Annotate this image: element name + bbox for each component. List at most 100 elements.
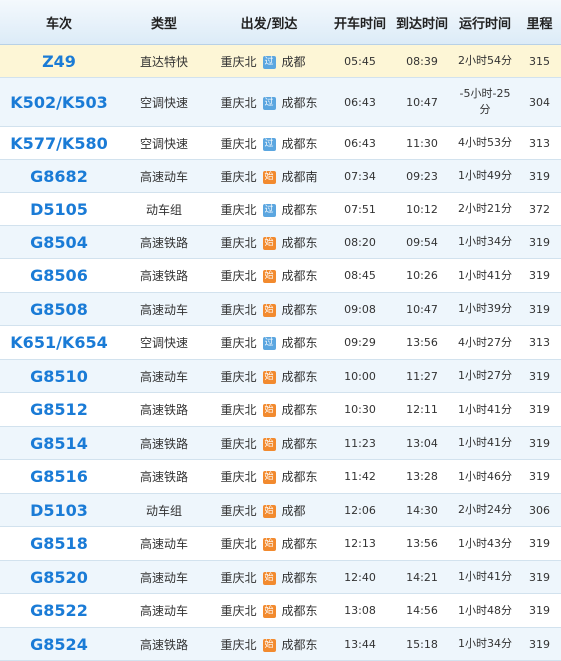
distance: 319: [518, 526, 561, 561]
to-station: 成都东: [281, 235, 318, 250]
train-number-link[interactable]: Z49: [0, 44, 118, 78]
depart-time: 12:13: [328, 526, 392, 561]
arrive-time: 08:39: [392, 44, 452, 78]
depart-time: 08:45: [328, 258, 392, 293]
distance: 319: [518, 292, 561, 326]
table-row[interactable]: G8518 高速动车 重庆北始成都东 12:13 13:56 1小时43分 319: [0, 526, 561, 561]
passing-station-icon: 过: [262, 203, 276, 217]
route-cell: 重庆北过成都东: [210, 192, 328, 226]
depart-time: 09:08: [328, 292, 392, 326]
duration: 1小时41分: [452, 392, 518, 427]
arrive-time: 13:56: [392, 325, 452, 360]
route-cell: 重庆北过成都东: [210, 126, 328, 160]
from-station: 重庆北: [220, 637, 257, 652]
duration: 1小时41分: [452, 426, 518, 460]
table-row[interactable]: Z49 直达特快 重庆北过成都 05:45 08:39 2小时54分 315: [0, 44, 561, 78]
train-number-link[interactable]: G8504: [0, 225, 118, 259]
table-row[interactable]: G8510 高速动车 重庆北始成都东 10:00 11:27 1小时27分 319: [0, 359, 561, 393]
table-row[interactable]: G8508 高速动车 重庆北始成都东 09:08 10:47 1小时39分 319: [0, 292, 561, 326]
from-station: 重庆北: [220, 235, 257, 250]
train-type: 空调快速: [118, 77, 210, 127]
train-number-link[interactable]: G8516: [0, 459, 118, 494]
distance: 304: [518, 77, 561, 127]
route-cell: 重庆北始成都南: [210, 159, 328, 193]
header-route[interactable]: 出发/到达: [210, 0, 328, 45]
arrive-time: 14:21: [392, 560, 452, 594]
to-station: 成都东: [281, 537, 318, 551]
train-number-link[interactable]: G8514: [0, 426, 118, 460]
header-depart[interactable]: 开车时间: [328, 0, 392, 45]
arrive-time: 10:12: [392, 192, 452, 226]
header-arrive[interactable]: 到达时间: [392, 0, 452, 45]
route-cell: 重庆北始成都东: [210, 593, 328, 628]
header-train[interactable]: 车次: [0, 0, 118, 45]
table-row[interactable]: G8520 高速动车 重庆北始成都东 12:40 14:21 1小时41分 319: [0, 560, 561, 594]
origin-station-icon: 始: [262, 270, 276, 283]
table-row[interactable]: K577/K580 空调快速 重庆北过成都东 06:43 11:30 4小时53分 313: [0, 126, 561, 160]
train-number-link[interactable]: G8506: [0, 258, 118, 293]
duration: 1小时41分: [452, 560, 518, 594]
table-row[interactable]: G8504 高速铁路 重庆北始成都东 08:20 09:54 1小时34分 319: [0, 225, 561, 259]
train-number-link[interactable]: K651/K654: [0, 325, 118, 360]
origin-station-icon: 始: [262, 370, 276, 384]
depart-time: 11:23: [328, 426, 392, 460]
distance: 319: [518, 459, 561, 494]
route-cell: 重庆北始成都东: [210, 560, 328, 594]
train-type: 高速动车: [118, 526, 210, 561]
train-number-link[interactable]: D5103: [0, 493, 118, 527]
to-station: 成都东: [281, 436, 318, 451]
to-station: 成都: [281, 54, 306, 69]
origin-station-icon: 始: [262, 638, 276, 652]
train-number-link[interactable]: G8508: [0, 292, 118, 326]
train-type: 高速铁路: [118, 258, 210, 293]
to-station: 成都东: [281, 403, 318, 417]
from-station: 重庆北: [220, 570, 257, 585]
header-distance[interactable]: 里程: [518, 0, 561, 45]
route-cell: 重庆北始成都东: [210, 225, 328, 259]
header-type[interactable]: 类型: [118, 0, 210, 45]
table-row[interactable]: K651/K654 空调快速 重庆北过成都东 09:29 13:56 4小时27分 313: [0, 325, 561, 360]
to-station: 成都东: [281, 202, 318, 217]
header-duration[interactable]: 运行时间: [452, 0, 518, 45]
table-row[interactable]: G8522 高速动车 重庆北始成都东 13:08 14:56 1小时48分 319: [0, 593, 561, 628]
to-station: 成都东: [281, 470, 318, 484]
origin-station-icon: 始: [262, 170, 276, 184]
from-station: 重庆北: [220, 403, 257, 417]
route-cell: 重庆北始成都东: [210, 258, 328, 293]
train-number-link[interactable]: G8524: [0, 627, 118, 661]
duration: 1小时46分: [452, 459, 518, 494]
distance: 319: [518, 593, 561, 628]
table-row[interactable]: D5103 动车组 重庆北始成都 12:06 14:30 2小时24分 306: [0, 493, 561, 527]
duration: 1小时49分: [452, 159, 518, 193]
duration: 1小时39分: [452, 292, 518, 326]
table-row[interactable]: G8514 高速铁路 重庆北始成都东 11:23 13:04 1小时41分 319: [0, 426, 561, 460]
table-row[interactable]: D5105 动车组 重庆北过成都东 07:51 10:12 2小时21分 372: [0, 192, 561, 226]
distance: 319: [518, 560, 561, 594]
table-row[interactable]: G8506 高速铁路 重庆北始成都东 08:45 10:26 1小时41分 319: [0, 258, 561, 293]
train-number-link[interactable]: K502/K503: [0, 77, 118, 127]
train-number-link[interactable]: G8682: [0, 159, 118, 193]
depart-time: 12:40: [328, 560, 392, 594]
route-cell: 重庆北过成都: [210, 44, 328, 78]
train-number-link[interactable]: G8512: [0, 392, 118, 427]
train-number-link[interactable]: K577/K580: [0, 126, 118, 160]
train-number-link[interactable]: G8520: [0, 560, 118, 594]
distance: 313: [518, 126, 561, 160]
train-type: 高速铁路: [118, 426, 210, 460]
duration: 1小时34分: [452, 627, 518, 661]
table-row[interactable]: G8524 高速铁路 重庆北始成都东 13:44 15:18 1小时34分 319: [0, 627, 561, 661]
table-row[interactable]: G8512 高速铁路 重庆北始成都东 10:30 12:11 1小时41分 319: [0, 392, 561, 427]
train-number-link[interactable]: G8518: [0, 526, 118, 561]
depart-time: 12:06: [328, 493, 392, 527]
table-row[interactable]: G8682 高速动车 重庆北始成都南 07:34 09:23 1小时49分 319: [0, 159, 561, 193]
arrive-time: 11:30: [392, 126, 452, 160]
to-station: 成都: [281, 503, 306, 518]
train-number-link[interactable]: D5105: [0, 192, 118, 226]
train-type: 高速铁路: [118, 459, 210, 494]
table-row[interactable]: K502/K503 空调快速 重庆北过成都东 06:43 10:47 -5小时-25分 30…: [0, 77, 561, 127]
depart-time: 10:00: [328, 359, 392, 393]
table-row[interactable]: G8516 高速铁路 重庆北始成都东 11:42 13:28 1小时46分 319: [0, 459, 561, 494]
train-number-link[interactable]: G8522: [0, 593, 118, 628]
duration: 2小时54分: [452, 44, 518, 78]
train-number-link[interactable]: G8510: [0, 359, 118, 393]
